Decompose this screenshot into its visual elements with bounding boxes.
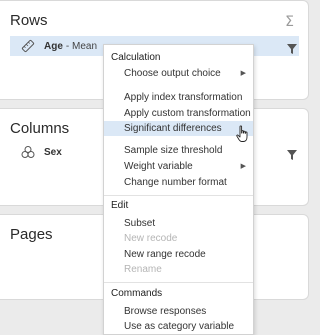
menu-item-apply-index-transformation[interactable]: Apply index transformation: [104, 90, 253, 105]
menu-item-subset[interactable]: Subset: [104, 216, 253, 231]
columns-title: Columns: [10, 120, 70, 137]
rows-variable-name: Age: [44, 40, 63, 52]
menu-item-choose-output-choice[interactable]: Choose output choice ▶: [104, 66, 253, 81]
ruler-icon: [20, 38, 36, 54]
rows-variable-stat: - Mean: [65, 40, 98, 52]
menu-item-change-number-format[interactable]: Change number format: [104, 175, 253, 190]
menu-divider: [104, 195, 253, 196]
sigma-icon[interactable]: Σ: [285, 14, 294, 30]
menu-item-apply-custom-transformation[interactable]: Apply custom transformation: [104, 106, 253, 121]
menu-item-label: Weight variable: [124, 161, 193, 172]
hand-cursor-icon: [236, 125, 250, 143]
filter-icon[interactable]: [287, 41, 297, 59]
rows-title: Rows: [10, 12, 48, 29]
menu-divider: [104, 282, 253, 283]
menu-item-new-range-recode[interactable]: New range recode: [104, 247, 253, 262]
categories-icon: [20, 144, 36, 160]
menu-item-use-as-category-variable[interactable]: Use as category variable: [104, 319, 253, 334]
context-menu: Calculation Choose output choice ▶ Apply…: [103, 44, 254, 335]
menu-item-label: Choose output choice: [124, 68, 221, 79]
menu-item-sample-size-threshold[interactable]: Sample size threshold: [104, 143, 253, 158]
menu-item-rename: Rename: [124, 264, 162, 275]
columns-variable-name: Sex: [44, 146, 62, 158]
menu-item-new-recode: New recode: [124, 233, 178, 244]
menu-item-browse-responses[interactable]: Browse responses: [104, 304, 253, 319]
pages-title: Pages: [10, 226, 53, 243]
submenu-arrow-icon: ▶: [240, 163, 246, 170]
menu-item-weight-variable[interactable]: Weight variable ▶: [104, 159, 253, 174]
filter-icon[interactable]: [287, 147, 297, 165]
submenu-arrow-icon: ▶: [240, 70, 246, 77]
edit-header: Edit: [111, 200, 129, 211]
commands-header: Commands: [111, 288, 163, 299]
menu-item-significant-differences[interactable]: Significant differences: [104, 121, 253, 136]
calculation-header: Calculation: [111, 52, 161, 63]
